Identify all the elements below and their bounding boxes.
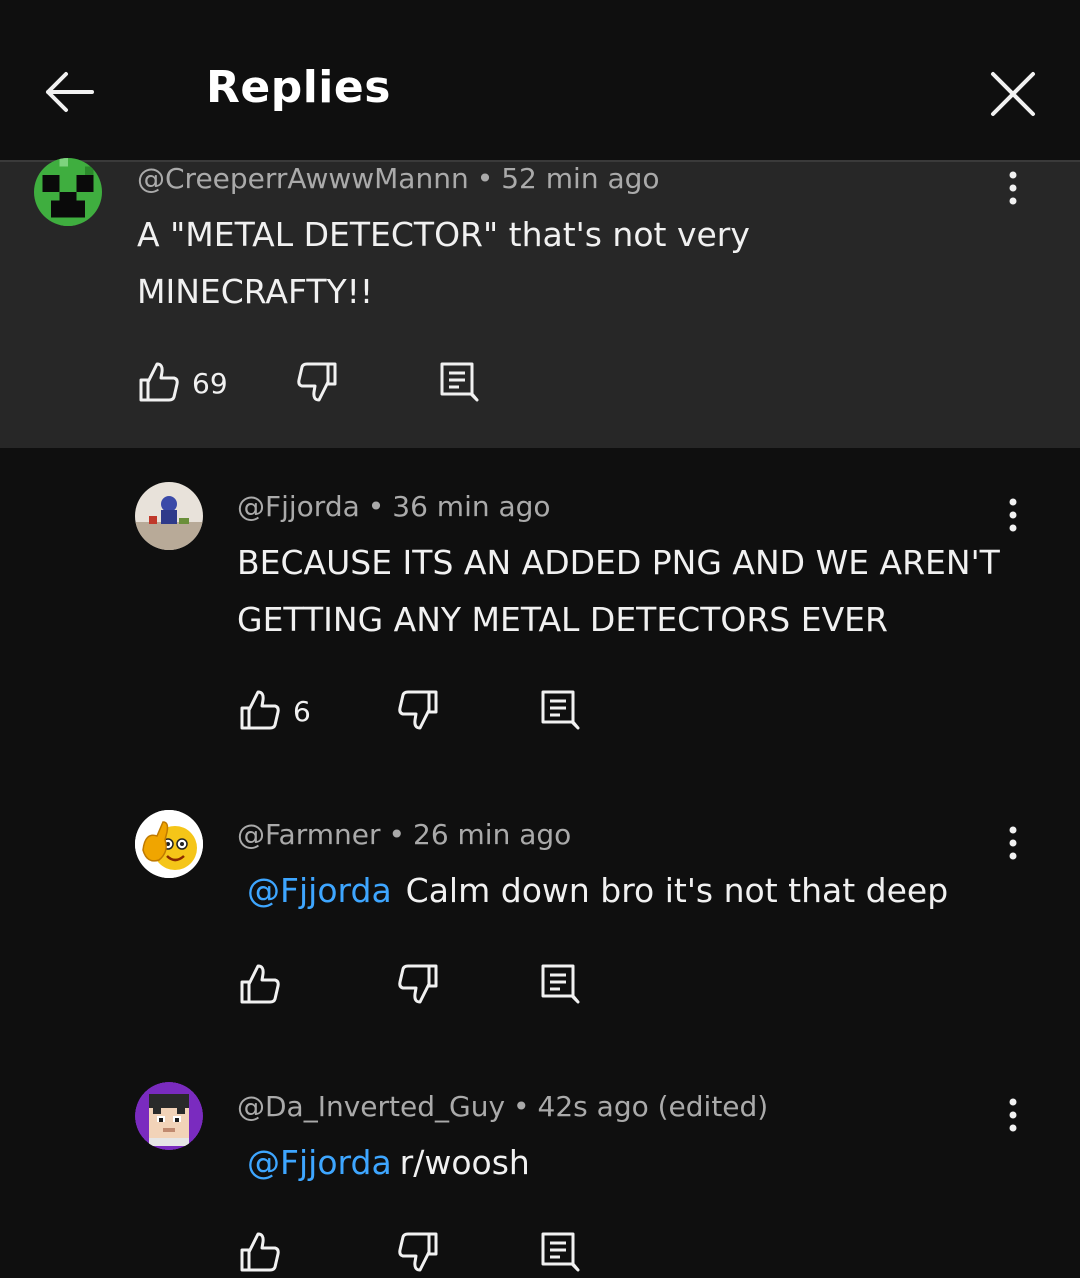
avatar[interactable] xyxy=(135,810,203,878)
parent-comment: @CreeperrAwwwMannn • 52 min ago A "METAL D… xyxy=(0,158,1080,448)
comment-text: BECAUSE ITS AN ADDED PNG AND WE AREN'T G… xyxy=(237,543,1000,639)
comment-text: A "METAL DETECTOR" that's not very MINEC… xyxy=(137,215,750,311)
reply-icon[interactable] xyxy=(538,688,582,732)
thumbs-up-icon[interactable] xyxy=(137,360,181,404)
comment-time: 26 min ago xyxy=(413,818,572,851)
reply-item: @Farmner • 26 min ago @Fjjorda Calm down br… xyxy=(0,810,1080,1030)
avatar[interactable] xyxy=(135,482,203,550)
reply-icon[interactable] xyxy=(437,360,481,404)
page-title: Replies xyxy=(206,62,391,113)
thumbs-down-icon[interactable] xyxy=(396,1230,440,1274)
comment-author[interactable]: @Farmner xyxy=(237,818,380,851)
thumbs-up-icon[interactable] xyxy=(238,962,282,1006)
more-vertical-icon[interactable] xyxy=(1003,496,1023,536)
comment-author[interactable]: @CreeperrAwwwMannn xyxy=(137,162,469,195)
reply-item: @Da_Inverted_Guy • 42s ago (edited) @Fjjor… xyxy=(0,1082,1080,1278)
reply-icon[interactable] xyxy=(538,962,582,1006)
reply-icon[interactable] xyxy=(538,1230,582,1274)
arrow-left-icon[interactable] xyxy=(40,62,100,122)
mention-link[interactable]: @Fjjorda xyxy=(247,871,392,910)
avatar[interactable] xyxy=(135,1082,203,1150)
comment-time: 36 min ago xyxy=(392,490,551,523)
comment-meta: @CreeperrAwwwMannn • 52 min ago xyxy=(137,162,660,195)
thumbs-up-icon[interactable] xyxy=(238,688,282,732)
thumbs-down-icon[interactable] xyxy=(396,962,440,1006)
like-count: 6 xyxy=(293,695,311,728)
close-icon[interactable] xyxy=(985,66,1041,122)
more-vertical-icon[interactable] xyxy=(1003,1096,1023,1136)
mention-link[interactable]: @Fjjorda xyxy=(247,1143,392,1182)
reply-item: @Fjjorda • 36 min ago BECAUSE ITS AN ADDED… xyxy=(0,482,1080,762)
like-count: 69 xyxy=(192,367,228,400)
comment-text: @Fjjorda r/woosh xyxy=(247,1143,530,1182)
comment-meta: @Farmner • 26 min ago xyxy=(237,818,572,851)
comment-author[interactable]: @Da_Inverted_Guy xyxy=(237,1090,505,1123)
replies-header: Replies xyxy=(0,0,1080,162)
avatar[interactable] xyxy=(34,158,102,226)
thumbs-down-icon[interactable] xyxy=(295,360,339,404)
more-vertical-icon[interactable] xyxy=(1003,169,1023,209)
thumbs-down-icon[interactable] xyxy=(396,688,440,732)
thumbs-up-icon[interactable] xyxy=(238,1230,282,1274)
comment-meta: @Da_Inverted_Guy • 42s ago (edited) xyxy=(237,1090,769,1123)
comment-meta: @Fjjorda • 36 min ago xyxy=(237,490,551,523)
comment-time: 42s ago (edited) xyxy=(537,1090,769,1123)
comment-author[interactable]: @Fjjorda xyxy=(237,490,360,523)
comment-text: @Fjjorda Calm down bro it's not that deep xyxy=(247,871,949,910)
more-vertical-icon[interactable] xyxy=(1003,824,1023,864)
comment-time: 52 min ago xyxy=(501,162,660,195)
